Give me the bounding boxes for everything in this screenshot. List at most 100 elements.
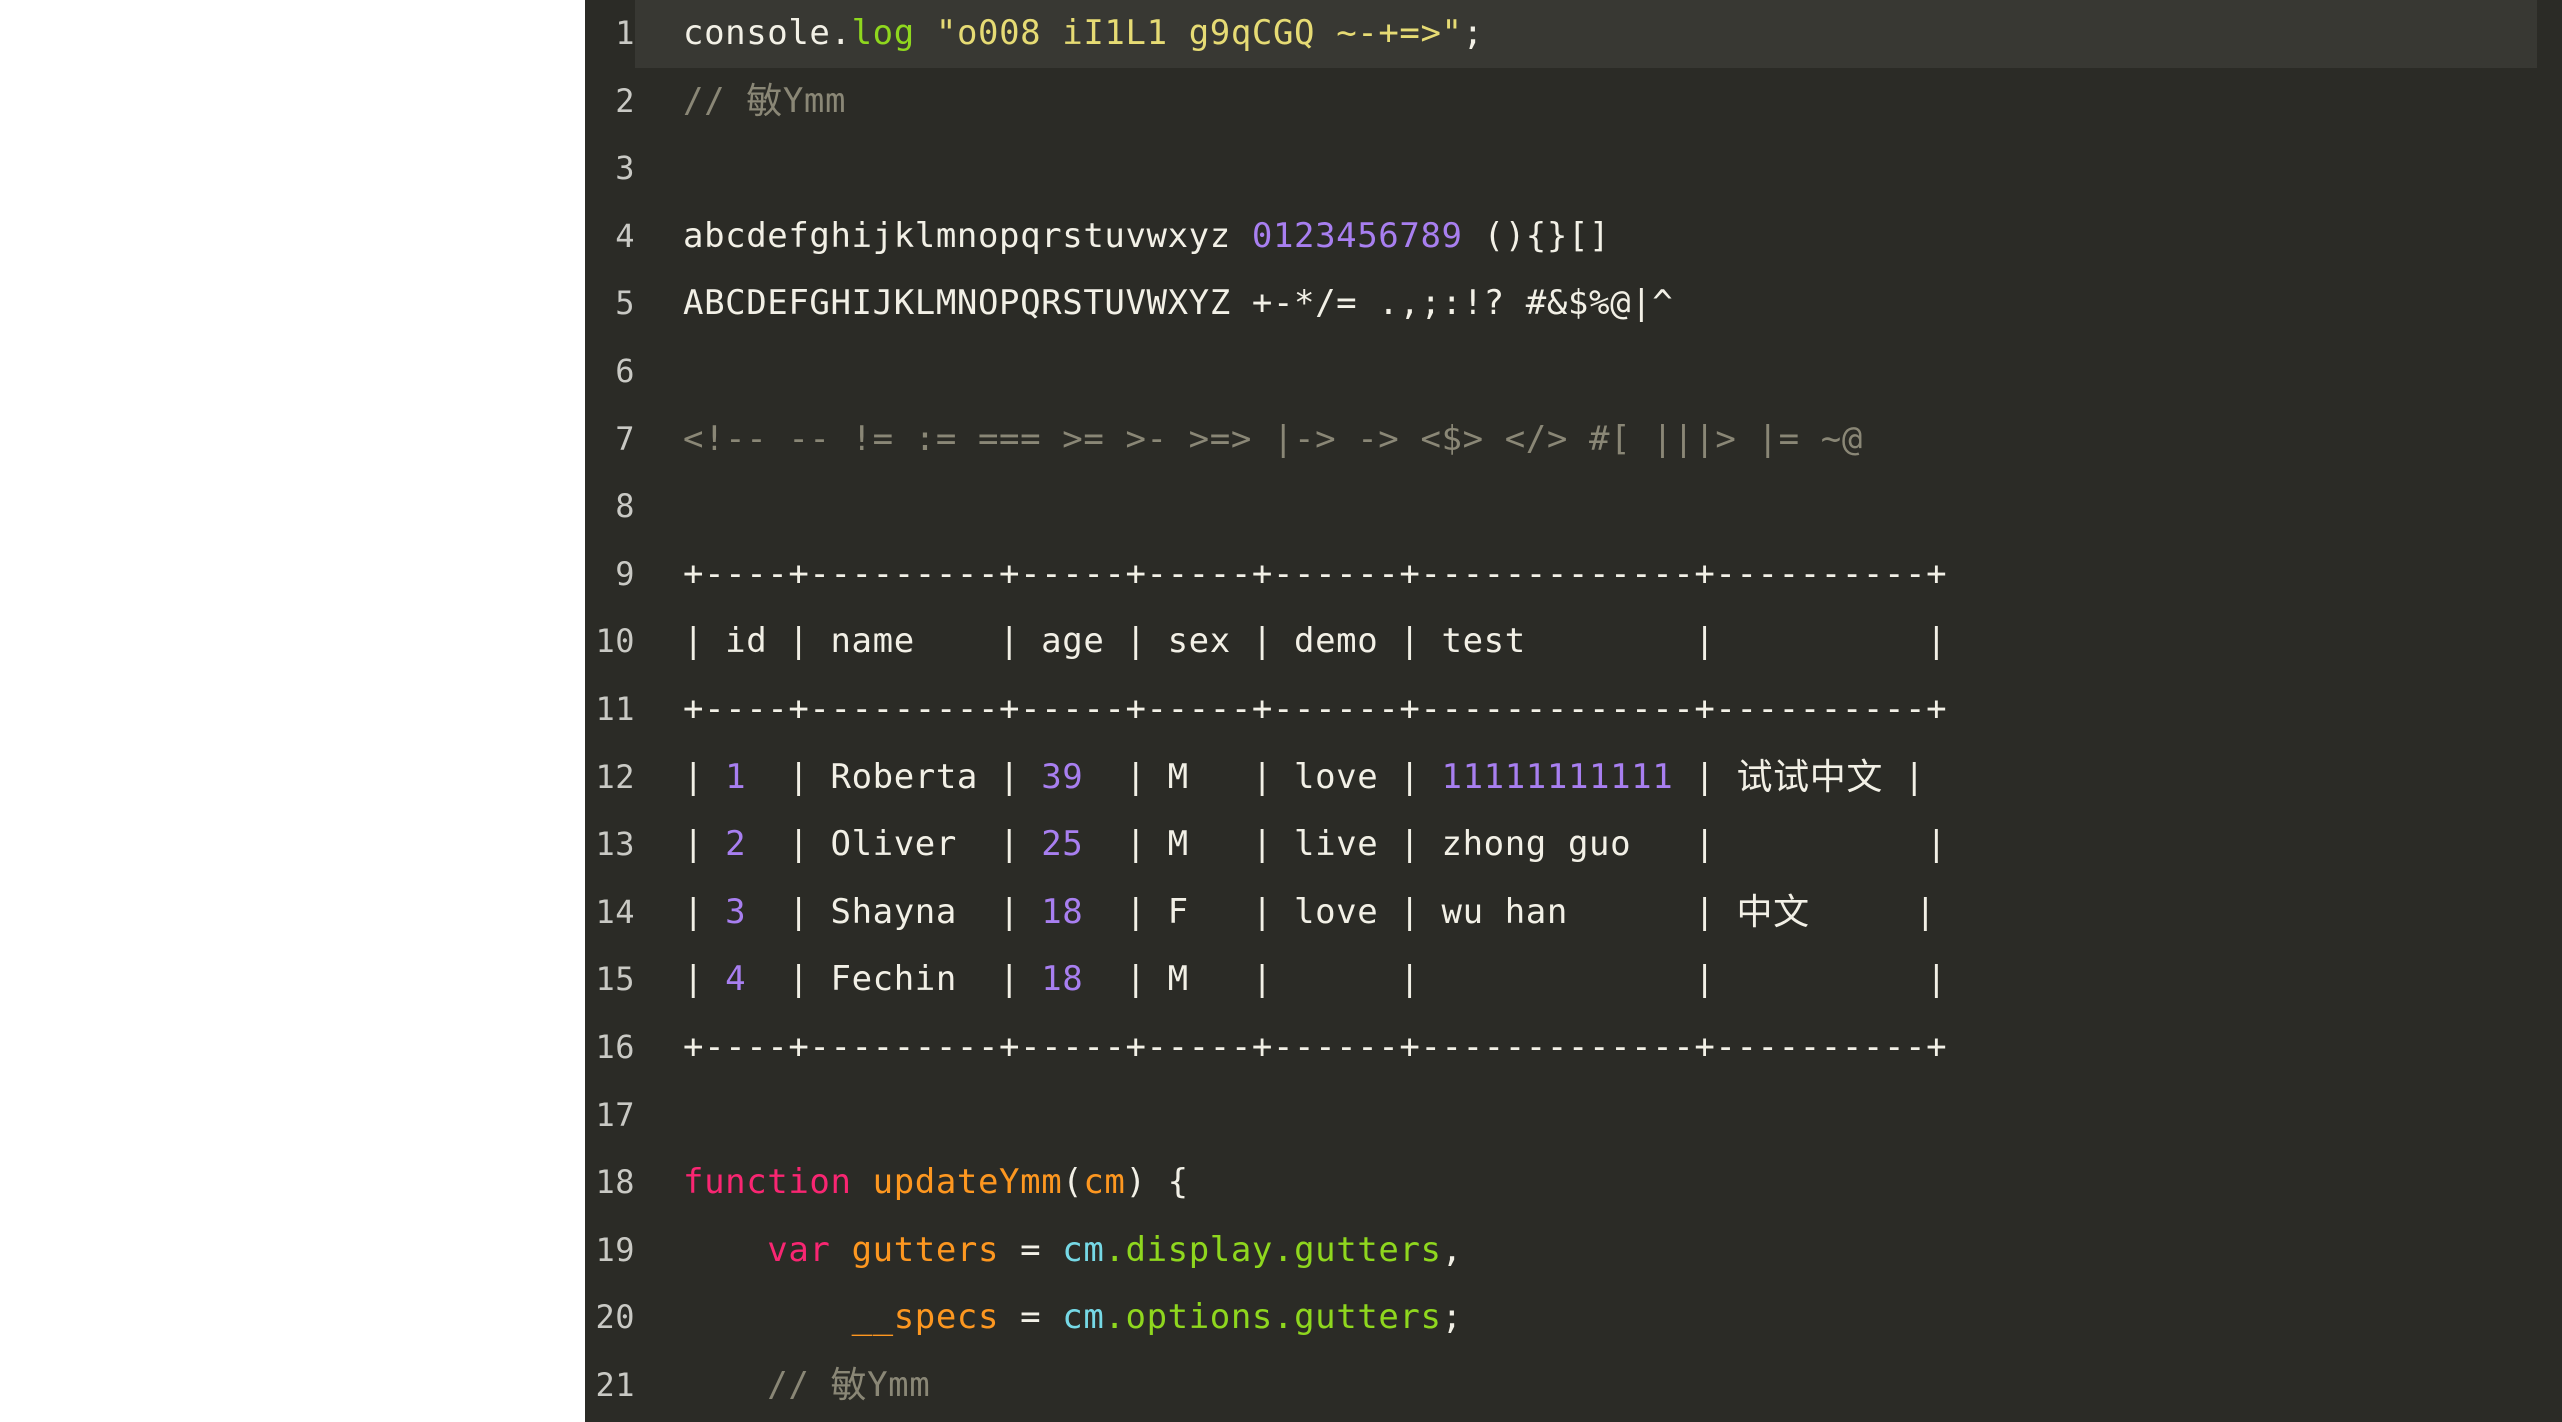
code-line-content[interactable]: // 敏 Ymm (635, 68, 2537, 136)
line-number[interactable]: 3 (585, 135, 635, 203)
code-line-content[interactable]: var gutters = cm. display. gutters, (635, 1217, 2537, 1285)
line-number[interactable]: 4 (585, 203, 635, 271)
code-line-content[interactable]: console. log "o008 iI1L1 g9qCGQ ~-+=>"; (635, 0, 2537, 68)
line-number[interactable]: 19 (585, 1217, 635, 1285)
line-number[interactable]: 1 (585, 0, 635, 68)
code-token: 4 (725, 959, 747, 1000)
code-line[interactable]: | 4 | Fechin | 18 | M | | | | 15 (585, 946, 2562, 1014)
code-line-content[interactable]: | 1 | Roberta | 39 | M | love | 11111111… (635, 744, 2537, 812)
line-number[interactable]: 6 (585, 338, 635, 406)
code-line[interactable]: <!-- -- != := === >= >- >=> |-> -> <$> <… (585, 406, 2562, 474)
code-token: 3 (725, 891, 747, 932)
code-line-content[interactable]: <!-- -- != := === >= >- >=> |-> -> <$> <… (635, 406, 2537, 474)
screen-root: console. log "o008 iI1L1 g9qCGQ ~-+=>"; 1/… (0, 0, 2562, 1422)
code-line[interactable]: 17 (585, 1082, 2562, 1150)
code-line[interactable]: ABCDEFGHIJKLMNOPQRSTUVWXYZ +-*/= .,;:!? … (585, 270, 2562, 338)
code-token: ABCDEFGHIJKLMNOPQRSTUVWXYZ +-*/= .,;:!? … (683, 283, 1674, 324)
line-number[interactable]: 10 (585, 608, 635, 676)
code-line-content[interactable] (635, 473, 2537, 541)
line-number[interactable]: 18 (585, 1149, 635, 1217)
code-token: | Roberta | (746, 756, 1042, 797)
code-token: 0123456789 (1251, 215, 1463, 256)
code-token: = (999, 1229, 1063, 1270)
code-editor[interactable]: console. log "o008 iI1L1 g9qCGQ ~-+=>"; 1/… (585, 0, 2562, 1422)
code-line-content[interactable]: +----+---------+-----+-----+------+-----… (635, 1014, 2537, 1082)
code-line[interactable]: | id | name | age | sex | demo | test | … (585, 608, 2562, 676)
left-margin (0, 0, 585, 1422)
code-token: | Shayna | (746, 891, 1042, 932)
line-number[interactable]: 9 (585, 541, 635, 609)
code-line-content[interactable] (635, 338, 2537, 406)
code-token: 试试中文 (1736, 756, 1883, 798)
line-number[interactable]: 17 (585, 1082, 635, 1150)
code-token: 敏 (830, 1364, 868, 1406)
line-number[interactable]: 8 (585, 473, 635, 541)
code-line[interactable]: | 1 | Roberta | 39 | M | love | 11111111… (585, 744, 2562, 812)
line-number[interactable]: 15 (585, 946, 635, 1014)
code-line-content[interactable]: | 3 | Shayna | 18 | F | love | wu han | … (635, 879, 2537, 947)
code-line-content[interactable]: // 敏 Ymm (635, 1352, 2537, 1420)
line-number[interactable]: 12 (585, 744, 635, 812)
code-token: 2 (725, 824, 747, 865)
code-token: display (1125, 1229, 1274, 1270)
code-token: | Fechin | (746, 959, 1042, 1000)
code-line[interactable]: console. log "o008 iI1L1 g9qCGQ ~-+=>"; 1 (585, 0, 2562, 68)
code-line[interactable]: +----+---------+-----+-----+------+-----… (585, 1014, 2562, 1082)
code-line[interactable]: // 敏 Ymm 2 (585, 68, 2562, 136)
code-token: 敏 (746, 80, 783, 122)
code-line[interactable]: 3 (585, 135, 2562, 203)
code-line[interactable]: | 2 | Oliver | 25 | M | live | zhong guo… (585, 811, 2562, 879)
code-line[interactable]: 6 (585, 338, 2562, 406)
line-number[interactable]: 13 (585, 811, 635, 879)
code-line[interactable]: function updateYmm(cm) {18 (585, 1149, 2562, 1217)
line-number[interactable]: 11 (585, 676, 635, 744)
code-line-content[interactable]: | 2 | Oliver | 25 | M | live | zhong guo… (635, 811, 2537, 879)
code-token: cm (1083, 1162, 1126, 1203)
code-line-content[interactable] (635, 1082, 2537, 1150)
code-token: | (1809, 891, 1937, 932)
code-line-content[interactable]: abcdefghijklmnopqrstuvwxyz 0123456789 ()… (635, 203, 2537, 271)
code-token: cm (1062, 1229, 1105, 1270)
code-line-content[interactable]: +----+---------+-----+-----+------+-----… (635, 676, 2537, 744)
code-token: console (683, 13, 831, 53)
code-line[interactable]: abcdefghijklmnopqrstuvwxyz 0123456789 ()… (585, 203, 2562, 271)
code-token: | Oliver | (746, 824, 1042, 865)
code-line[interactable]: 8 (585, 473, 2562, 541)
line-number[interactable]: 16 (585, 1014, 635, 1082)
code-line[interactable]: __specs = cm. options. gutters; 20 (585, 1284, 2562, 1352)
code-token: 18 (1041, 891, 1084, 932)
code-token: Ymm (867, 1364, 931, 1405)
code-token: <!-- -- != := === >= >- >=> |-> -> <$> <… (683, 418, 1863, 459)
code-token: +----+---------+-----+-----+------+-----… (683, 688, 1948, 729)
code-line[interactable]: | 3 | Shayna | 18 | F | love | wu han | … (585, 879, 2562, 947)
line-number[interactable]: 20 (585, 1284, 635, 1352)
code-line-content[interactable]: | 4 | Fechin | 18 | M | | | | (635, 946, 2537, 1014)
code-line-content[interactable]: ABCDEFGHIJKLMNOPQRSTUVWXYZ +-*/= .,;:!? … (635, 270, 2537, 338)
code-line[interactable]: var gutters = cm. display. gutters, 19 (585, 1217, 2562, 1285)
code-token: (){}[] (1462, 215, 1611, 256)
code-line-content[interactable]: | id | name | age | sex | demo | test | … (635, 608, 2537, 676)
code-token: , (1441, 1229, 1463, 1270)
line-number[interactable]: 21 (585, 1352, 635, 1420)
code-token: +----+---------+-----+-----+------+-----… (683, 553, 1948, 594)
code-line[interactable]: +----+---------+-----+-----+------+-----… (585, 541, 2562, 609)
code-lines-container: console. log "o008 iI1L1 g9qCGQ ~-+=>"; 1/… (585, 0, 2562, 1419)
line-number[interactable]: 14 (585, 879, 635, 947)
line-number[interactable]: 7 (585, 406, 635, 474)
code-line[interactable]: // 敏 Ymm 21 (585, 1352, 2562, 1420)
code-token: updateYmm (872, 1162, 1063, 1203)
code-line-content[interactable]: +----+---------+-----+-----+------+-----… (635, 541, 2537, 609)
code-line[interactable]: +----+---------+-----+-----+------+-----… (585, 676, 2562, 744)
line-number[interactable]: 2 (585, 68, 635, 136)
code-line-content[interactable]: __specs = cm. options. gutters; (635, 1284, 2537, 1352)
code-token: 中文 (1736, 891, 1810, 933)
code-line-content[interactable] (635, 135, 2537, 203)
code-token: 18 (1041, 959, 1084, 1000)
line-number[interactable]: 5 (585, 270, 635, 338)
code-token: ; (1462, 13, 1484, 53)
code-line-content[interactable]: function updateYmm(cm) { (635, 1149, 2537, 1217)
code-token: . (1104, 1297, 1126, 1338)
code-token: | M | live | zhong guo | | (1083, 824, 1948, 865)
